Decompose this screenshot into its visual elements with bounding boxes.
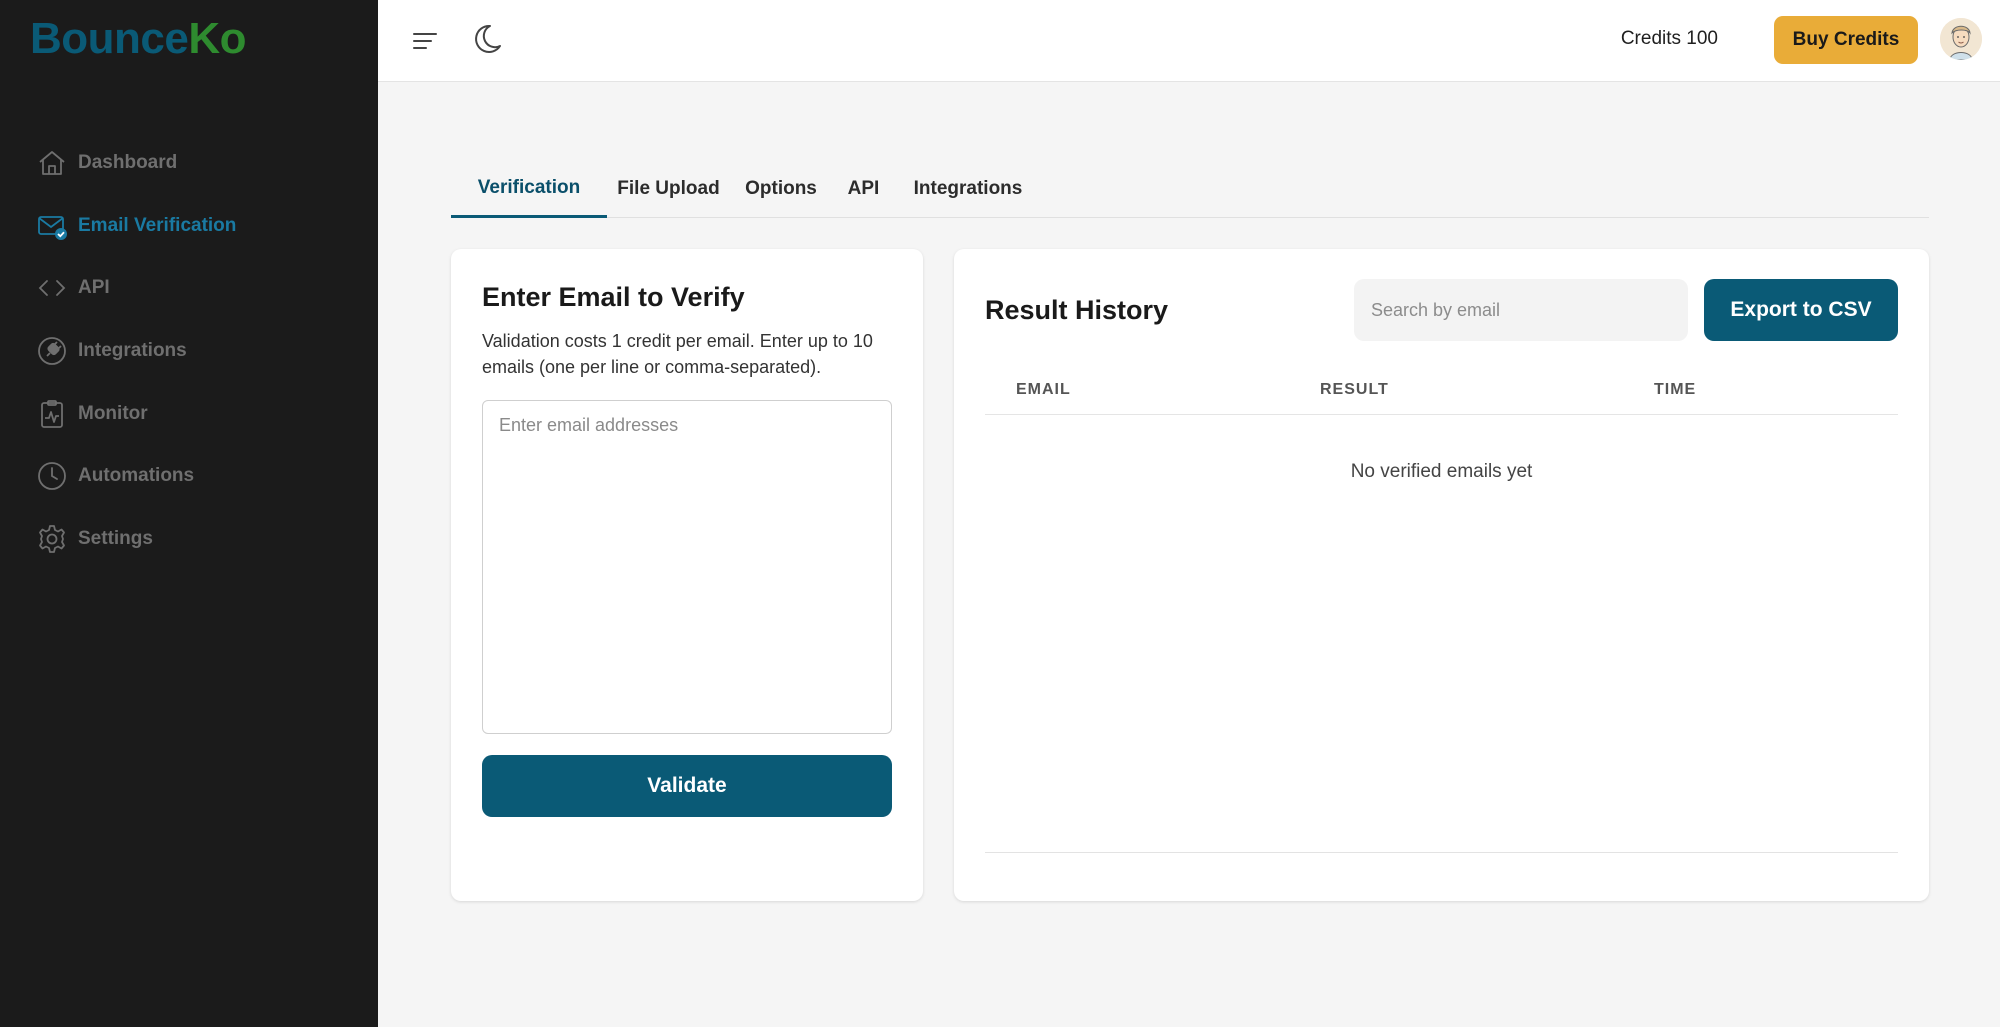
sidebar-item-label: API (78, 277, 110, 299)
sidebar-item-api[interactable]: API (0, 257, 378, 320)
sidebar-item-label: Email Verification (78, 214, 237, 236)
result-history-card: Result History Export to CSV EMAIL RESUL… (954, 249, 1929, 901)
empty-state-message: No verified emails yet (1350, 461, 1533, 482)
brand-logo[interactable]: BounceKo (30, 14, 247, 64)
clock-icon (36, 460, 68, 492)
export-csv-button[interactable]: Export to CSV (1704, 279, 1898, 341)
sidebar-nav: Dashboard Email Verification API Integra… (0, 132, 378, 570)
sidebar-item-monitor[interactable]: Monitor (0, 382, 378, 445)
avatar-illustration-icon (1940, 18, 1982, 60)
verify-email-card: Enter Email to Verify Validation costs 1… (451, 249, 923, 901)
column-header-time[interactable]: TIME (1654, 381, 1696, 399)
gear-icon (36, 523, 68, 555)
tab-bar: Verification File Upload Options API Int… (451, 160, 1929, 218)
sidebar-item-label: Dashboard (78, 152, 178, 174)
email-addresses-input[interactable] (482, 400, 892, 734)
sidebar-item-label: Integrations (78, 340, 187, 362)
sidebar-item-email-verification[interactable]: Email Verification (0, 195, 378, 258)
search-by-email-input[interactable] (1354, 279, 1688, 341)
tab-integrations[interactable]: Integrations (895, 160, 1041, 218)
sidebar-item-label: Monitor (78, 402, 148, 424)
menu-toggle-icon[interactable] (410, 26, 440, 56)
sidebar-item-integrations[interactable]: Integrations (0, 320, 378, 383)
result-history-title: Result History (985, 295, 1169, 325)
tab-api[interactable]: API (832, 160, 895, 218)
column-header-result[interactable]: RESULT (1320, 381, 1389, 399)
sidebar-item-label: Automations (78, 465, 195, 487)
validate-button[interactable]: Validate (482, 755, 892, 817)
tab-options[interactable]: Options (730, 160, 832, 218)
sidebar-item-settings[interactable]: Settings (0, 508, 378, 571)
clipboard-chart-icon (36, 398, 68, 430)
verify-card-title: Enter Email to Verify (482, 282, 745, 312)
sidebar: BounceKo Dashboard Email Verification AP… (0, 0, 378, 1027)
code-icon (36, 272, 68, 304)
tab-file-upload[interactable]: File Upload (607, 160, 730, 218)
sidebar-item-label: Settings (78, 527, 153, 549)
credits-count: Credits 100 (1620, 28, 1718, 49)
sidebar-item-automations[interactable]: Automations (0, 445, 378, 508)
email-check-icon (36, 210, 68, 242)
avatar[interactable] (1940, 18, 1982, 60)
sidebar-item-dashboard[interactable]: Dashboard (0, 132, 378, 195)
tab-verification[interactable]: Verification (451, 160, 607, 218)
column-header-email[interactable]: EMAIL (1016, 381, 1071, 399)
home-icon (36, 147, 68, 179)
moon-icon[interactable] (470, 22, 504, 56)
verify-card-description: Validation costs 1 credit per email. Ent… (482, 331, 873, 377)
table-bottom-divider (985, 852, 1898, 853)
buy-credits-button[interactable]: Buy Credits (1774, 16, 1918, 64)
top-header: Credits 100 (378, 0, 2000, 82)
brand-logo-part1: Bounce (30, 14, 189, 63)
brand-logo-part2: Ko (188, 14, 247, 63)
plug-icon (36, 335, 68, 367)
table-header: EMAIL RESULT TIME (985, 373, 1898, 415)
